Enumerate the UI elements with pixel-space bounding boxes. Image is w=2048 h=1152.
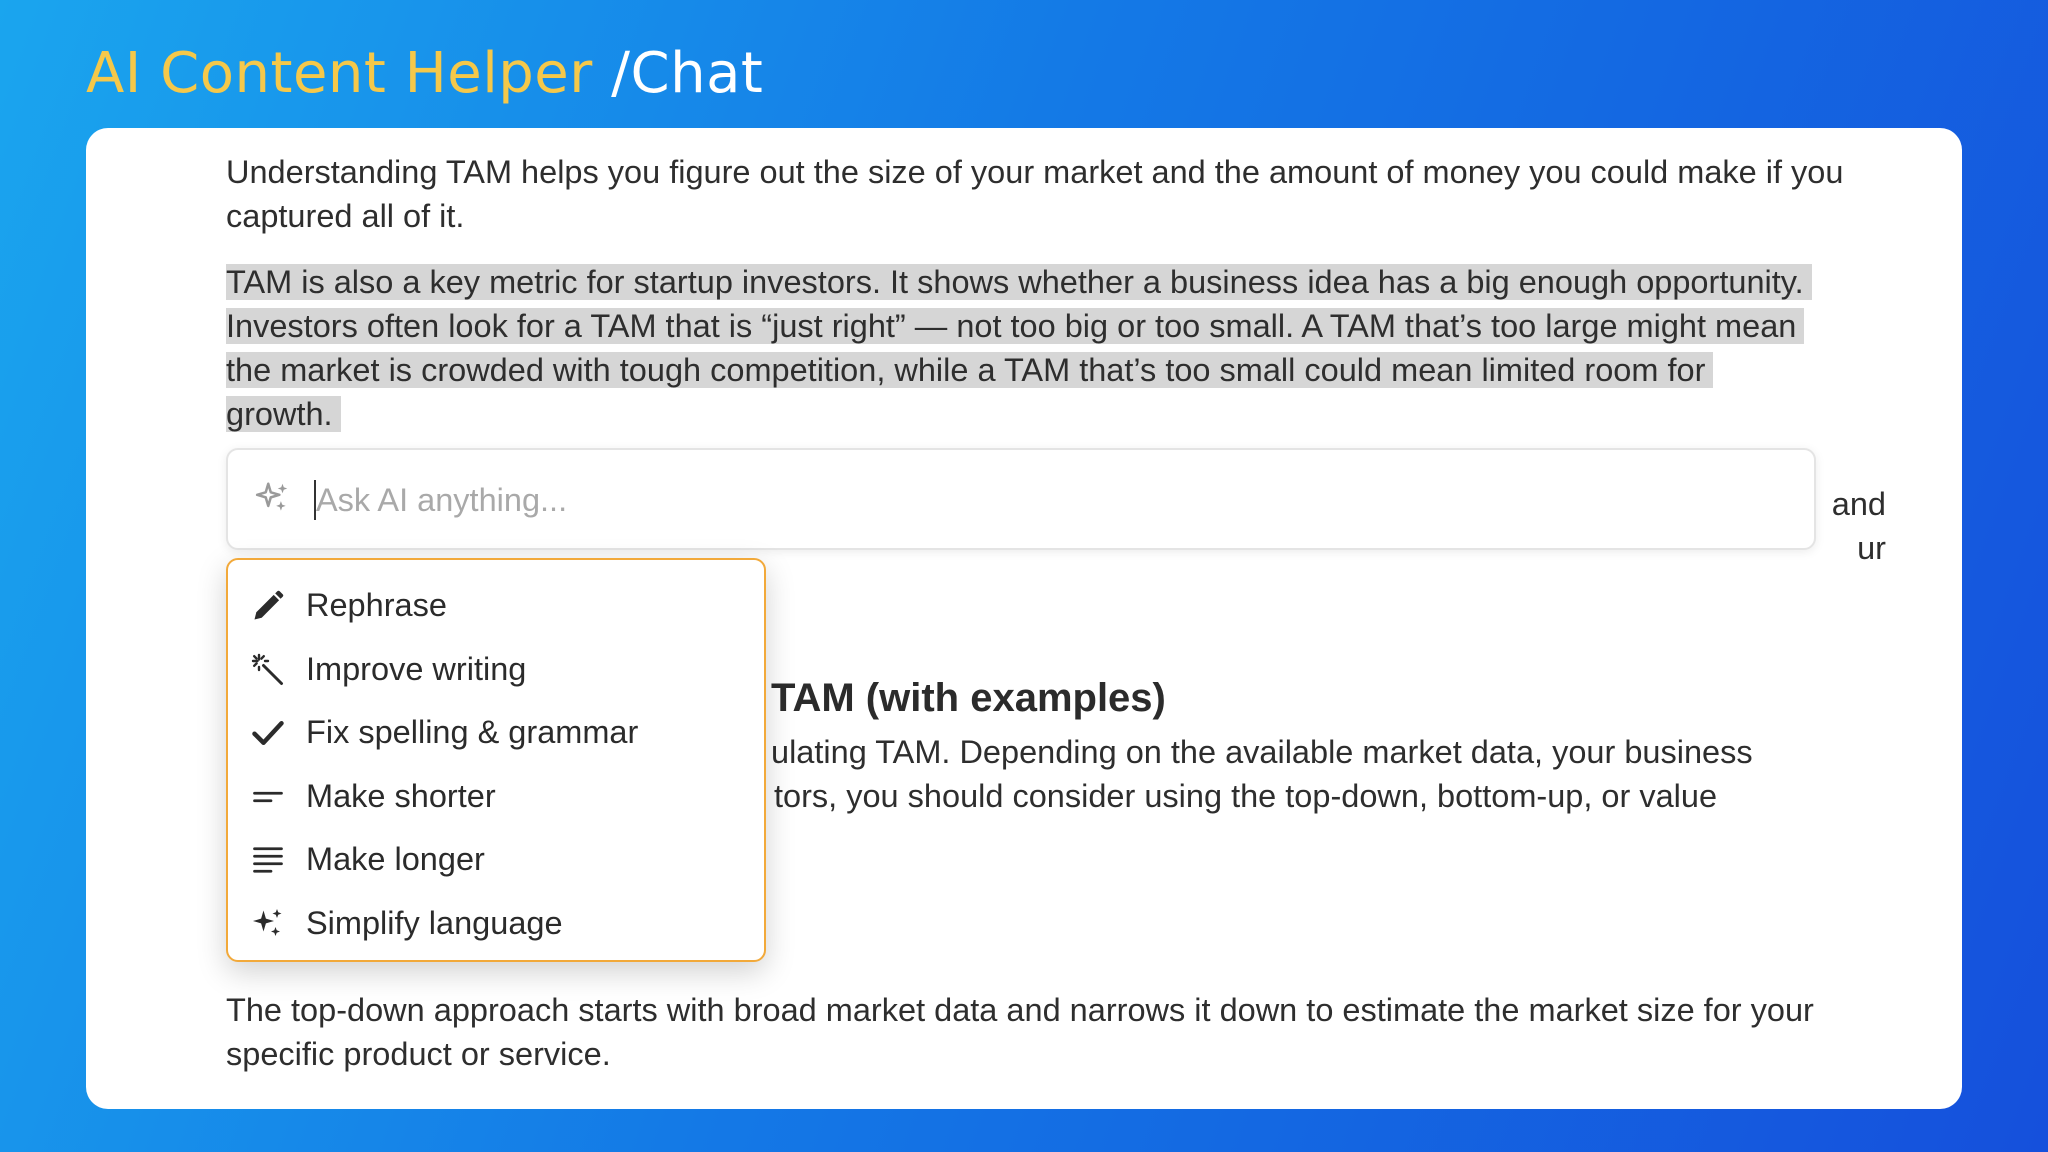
app-name: AI Content Helper xyxy=(86,41,593,106)
text-selection[interactable]: TAM is also a key metric for startup inv… xyxy=(226,264,1812,432)
ai-prompt-bar[interactable] xyxy=(226,448,1816,550)
paragraph-selected[interactable]: TAM is also a key metric for startup inv… xyxy=(226,260,1826,436)
menu-item-label: Rephrase xyxy=(306,587,447,624)
section-name: /Chat xyxy=(611,41,764,106)
ai-prompt-input[interactable] xyxy=(316,472,1756,528)
menu-item-make-longer[interactable]: Make longer xyxy=(228,828,764,892)
paragraph-top-down[interactable]: The top-down approach starts with broad … xyxy=(226,988,1866,1076)
menu-item-label: Make longer xyxy=(306,841,485,878)
magic-wand-icon xyxy=(251,653,283,685)
short-lines-icon xyxy=(253,791,283,802)
menu-item-simplify-language[interactable]: Simplify language xyxy=(228,892,764,956)
menu-item-rephrase[interactable]: Rephrase xyxy=(228,574,764,638)
page-title: AI Content Helper /Chat xyxy=(86,40,763,108)
menu-item-label: Simplify language xyxy=(306,904,563,941)
checkmark-icon xyxy=(252,721,284,745)
menu-item-make-shorter[interactable]: Make shorter xyxy=(228,765,764,829)
sparkles-icon xyxy=(253,908,282,936)
section-heading-text: TAM (with examples) xyxy=(771,676,1166,720)
menu-item-label: Fix spelling & grammar xyxy=(306,714,639,751)
menu-item-improve-writing[interactable]: Improve writing xyxy=(228,638,764,702)
ai-actions-menu: Rephrase Improve writing Fix spelling & … xyxy=(226,558,766,962)
paragraph-intro[interactable]: Understanding TAM helps you figure out t… xyxy=(226,150,1866,238)
menu-item-label: Make shorter xyxy=(306,777,496,814)
sparkles-icon xyxy=(255,482,288,511)
editor-card: Understanding TAM helps you figure out t… xyxy=(86,128,1962,1109)
pencil-icon xyxy=(254,590,284,620)
menu-item-label: Improve writing xyxy=(306,650,527,687)
menu-item-fix-spelling[interactable]: Fix spelling & grammar xyxy=(228,701,764,765)
long-lines-icon xyxy=(253,847,283,873)
